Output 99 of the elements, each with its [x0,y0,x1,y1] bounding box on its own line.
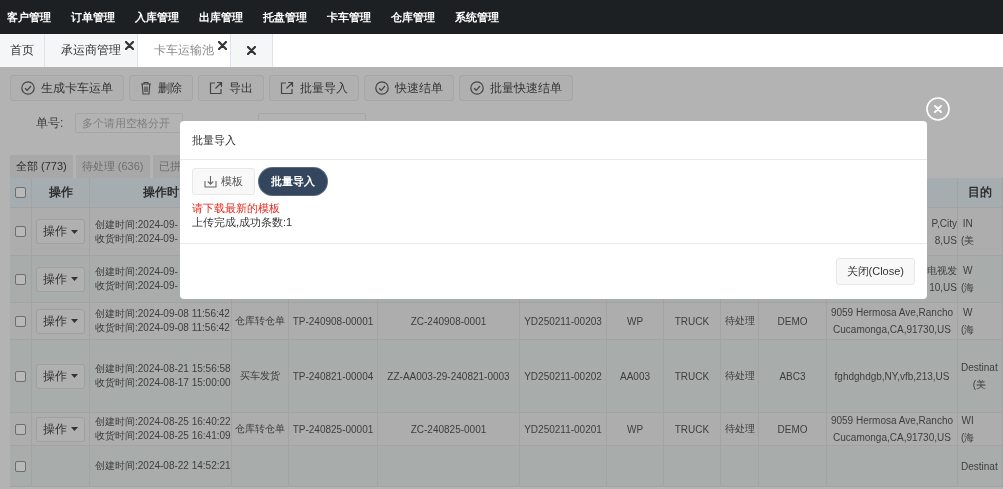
table-cell: YD250211-00202 [520,340,607,413]
row-checkbox[interactable] [15,423,26,435]
received-time: 收货时间:2024-08-25 16:41:09 [95,429,231,443]
dialog-title: 批量导入 [180,121,927,160]
nav-menu-item[interactable]: 托盘管理 [263,9,327,25]
address-text: 9059 Hermosa Ave,Rancho Cucamonga,CA,91730,US [830,414,954,445]
filter-label: 单号: [36,114,64,132]
row-checkbox[interactable] [15,226,26,237]
table-cell: TP-240825-00001 [289,413,378,446]
created-time: 创建时间:2024-09- [95,265,178,279]
action-dropdown[interactable]: 操作 [36,219,85,244]
table-cell: AA003 [607,340,664,413]
table-cell: ABC3 [759,340,827,413]
caret-icon [71,427,78,431]
table-cell: WP [607,413,664,446]
table-cell: YD250211-00201 [520,413,607,446]
table-cell: 待处理 [721,340,759,413]
trash-icon [140,81,152,95]
check-circle-icon [375,81,389,95]
table-cell: 买车发货 [232,340,289,413]
destination-text: IN (美 [961,216,975,248]
table-cell: TP-240821-00004 [289,340,378,413]
action-dropdown[interactable]: 操作 [36,363,85,389]
page-tab[interactable]: 首页 [0,34,45,67]
check-circle-icon [470,81,484,95]
nav-menu-item[interactable]: 系统管理 [455,9,519,25]
row-checkbox[interactable] [15,460,26,472]
received-time: 收货时间:2024-09- [95,231,178,246]
template-button[interactable]: 模板 [192,168,255,195]
table-cell: YD250211-00203 [520,303,607,340]
caret-icon [71,277,78,281]
batch-import-button[interactable]: 批量导入 [259,168,327,195]
created-time: 创建时间:2024-08-21 15:56:58 [95,362,231,376]
address-text: fghdghdgb,NY,vfb,213,US [834,369,950,384]
close-icon [247,46,256,55]
destination-text: W (海 [961,264,975,295]
export-icon [280,81,294,95]
created-time: 创建时间:2024-08-25 16:40:22 [95,415,231,429]
toolbar-button[interactable]: 快速结单 [364,75,454,101]
nav-menu-item[interactable]: 客户管理 [7,9,71,25]
destination-text: W (海 [961,306,975,337]
created-time: 创建时间:2024-08-22 14:52:21 [95,459,231,473]
table-cell: 待处理 [721,303,759,340]
address-text: 9059 Hermosa Ave,Rancho Cucamonga,CA,91730,US [830,306,954,337]
row-checkbox[interactable] [15,315,26,327]
caret-icon [71,374,78,378]
action-dropdown[interactable]: 操作 [36,416,85,442]
nav-menu-item[interactable]: 订单管理 [71,9,135,25]
table-cell: TRUCK [664,413,721,446]
table-cell: ZC-240825-0001 [378,413,520,446]
close-button[interactable]: 关闭(Close) [835,258,915,285]
address-text: P,City 8,US [931,216,957,248]
status-tab[interactable]: 全部 (773) [10,155,73,178]
close-all-tab[interactable] [231,34,273,67]
close-icon[interactable] [218,41,227,50]
table-cell: 待处理 [721,413,759,446]
toolbar-button[interactable]: 生成卡车运单 [10,75,124,101]
nav-menu-item[interactable]: 入库管理 [135,9,199,25]
toolbar-button[interactable]: 批量快速结单 [459,75,573,101]
received-time: 收货时间:2024-09-08 11:56:42 [95,321,230,335]
action-dropdown[interactable]: 操作 [36,266,85,292]
toolbar-button[interactable]: 删除 [129,75,193,101]
upload-result-text: 上传完成,成功条数:1 [192,215,294,229]
close-icon[interactable] [125,41,134,50]
column-header: 目的 [958,178,1003,208]
table-cell: ZC-240908-0001 [378,303,520,340]
caret-icon [71,229,78,234]
action-dropdown[interactable]: 操作 [36,308,85,334]
export-icon [209,81,223,95]
table-cell: ZZ-AA003-29-240821-0003 [378,340,520,413]
toolbar-button[interactable]: 导出 [198,75,264,101]
download-icon [204,175,217,188]
nav-menu-item[interactable]: 出库管理 [199,9,263,25]
address-text: 电视发 10,US [927,264,957,295]
caret-icon [71,319,78,323]
destination-text: WI (海 [961,414,975,445]
destination-text: Destinat (美 [961,361,998,392]
table-cell: DEMO [759,413,827,446]
column-header: 操作 [32,178,90,208]
created-time: 创建时间:2024-09-08 11:56:42 [95,307,230,321]
nav-menu-item[interactable]: 仓库管理 [391,9,455,25]
received-time: 收货时间:2024-08-17 15:00:00 [95,376,231,390]
toolbar-button[interactable]: 批量导入 [269,75,359,101]
table-cell: TRUCK [664,340,721,413]
check-circle-icon [21,81,35,95]
nav-menu-item[interactable]: 卡车管理 [327,9,391,25]
table-cell: TRUCK [664,303,721,340]
table-cell: DEMO [759,303,827,340]
destination-text: Destinat [961,459,998,474]
table-cell: 仓库转仓单 [232,413,289,446]
table-cell: WP [607,303,664,340]
page-tab[interactable]: 承运商管理 [45,34,138,67]
row-checkbox[interactable] [15,370,26,382]
table-cell: TP-240908-00001 [289,303,378,340]
row-checkbox[interactable] [15,273,26,285]
table-cell: 仓库转仓单 [232,303,289,340]
select-all-checkbox[interactable] [15,187,26,198]
created-time: 创建时间:2024-09- [95,217,178,232]
received-time: 收货时间:2024-09- [95,279,178,293]
